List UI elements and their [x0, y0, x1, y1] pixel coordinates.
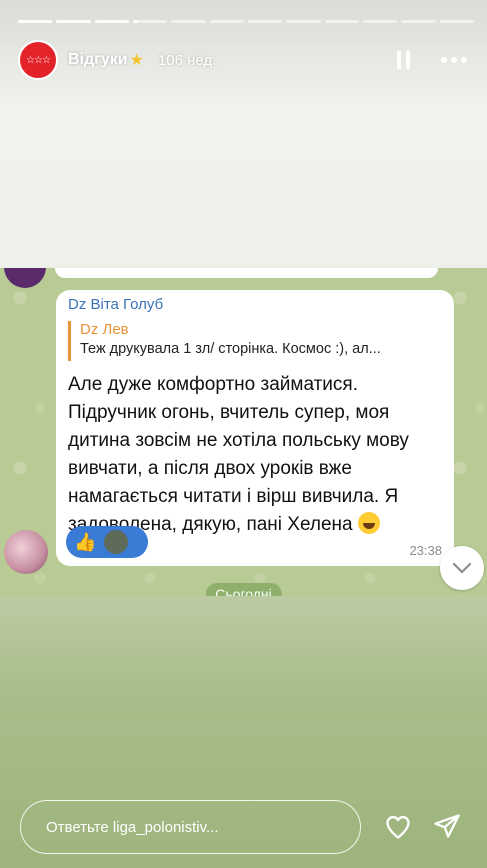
message-reactions: 👍 [66, 526, 148, 558]
more-icon[interactable] [441, 57, 467, 63]
story-progress-segment [439, 20, 474, 23]
story-progress-segment [171, 20, 206, 23]
grinning-emoji [357, 512, 380, 534]
thumbs-up-icon: 👍 [74, 531, 97, 552]
account-username[interactable]: Відгуки [68, 51, 128, 69]
story-age: 106 нед. [157, 51, 217, 69]
story-progress-fill [56, 20, 91, 23]
chat-screenshot: Dz Віта Голуб Dz Лев Теж друкувала 1 зл/… [0, 268, 487, 596]
story-progress-segment [18, 20, 53, 23]
previous-message-bubble [55, 268, 438, 278]
reply-input[interactable]: Ответьте liga_polonistiv... [20, 800, 361, 854]
reply-placeholder: Ответьте liga_polonistiv... [46, 818, 219, 836]
story-progress-segment [324, 20, 359, 23]
account-avatar[interactable]: ☆☆☆ [18, 40, 58, 80]
heart-icon[interactable] [384, 813, 412, 841]
story-progress-segment [94, 20, 129, 23]
message-time: 23:38 [409, 543, 442, 558]
story-progress-segment [56, 20, 91, 23]
chevron-down-icon [452, 562, 472, 574]
story-progress-segment [401, 20, 436, 23]
star-emoji: ★ [129, 52, 144, 69]
message-text: Але дуже комфортно займатися. Підручник … [68, 374, 409, 535]
reply-quote-name: Dz Лев [80, 321, 129, 338]
story-progress-bar [18, 20, 474, 23]
reaction-avatar [102, 528, 131, 556]
story-progress-fill [132, 20, 139, 23]
story-progress-segment [286, 20, 321, 23]
story-progress-segment [209, 20, 244, 23]
message-author-avatar [4, 530, 48, 574]
reply-quote-text: Теж друкувала 1 зл/ сторінка. Космос :),… [80, 341, 381, 357]
message-bubble: Dz Віта Голуб Dz Лев Теж друкувала 1 зл/… [56, 290, 454, 566]
date-pill: Сьогодні [205, 583, 282, 596]
story-progress-fill [18, 20, 53, 23]
reply-quote: Dz Лев Теж друкувала 1 зл/ сторінка. Кос… [68, 321, 442, 361]
pause-icon[interactable] [397, 51, 413, 69]
send-icon[interactable] [433, 812, 461, 840]
story-progress-segment [247, 20, 283, 23]
message-sender: Dz Віта Голуб [68, 296, 164, 313]
scroll-down-button [440, 546, 484, 590]
story-progress-segment [362, 20, 398, 23]
story-header: ☆☆☆ Відгуки ★ 106 нед. [18, 40, 467, 80]
story-progress-segment [132, 20, 168, 23]
story-progress-fill [94, 20, 129, 23]
